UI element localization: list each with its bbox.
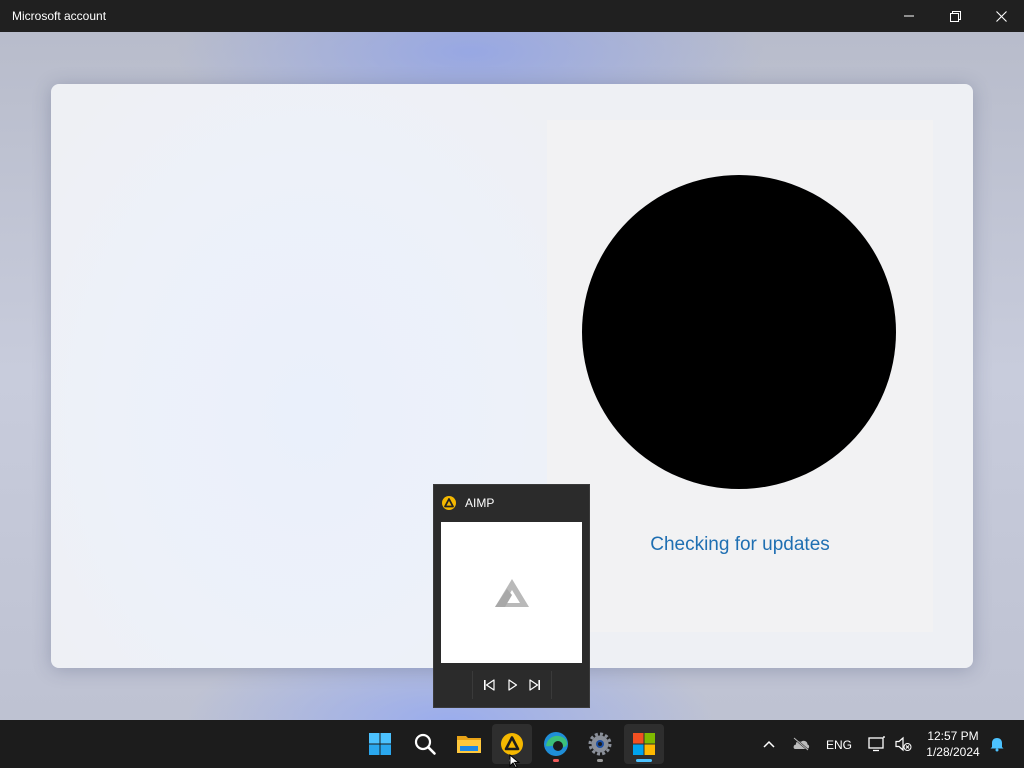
onedrive-button[interactable] [787,724,815,764]
volume-button[interactable] [890,724,916,764]
running-indicator [553,759,559,762]
active-indicator [636,759,652,762]
window-title-bar: Microsoft account [0,0,1024,32]
file-explorer-button[interactable] [449,724,489,764]
onedrive-offline-icon [793,737,810,751]
bell-icon [990,738,1004,752]
mouse-cursor-icon [509,754,521,768]
notifications-button[interactable] [984,724,1010,764]
next-track-button[interactable] [524,673,547,697]
restore-button[interactable] [932,0,978,32]
file-explorer-icon [457,736,481,753]
search-button[interactable] [405,724,445,764]
microsoft-store-icon [633,733,655,755]
clock[interactable]: 12:57 PM 1/28/2024 [918,728,988,760]
settings-icon [588,732,612,756]
previous-track-button[interactable] [477,673,500,697]
clock-date: 1/28/2024 [926,745,980,759]
restore-icon [949,10,961,22]
status-text: Checking for updates [650,534,830,555]
search-icon [414,733,436,755]
aimp-preview-window[interactable] [441,522,582,663]
aimp-icon [442,496,456,510]
language-indicator[interactable]: ENG [826,738,852,752]
network-button[interactable] [864,724,890,764]
aimp-media-controls [472,671,552,699]
start-icon [369,733,391,755]
microsoft-store-button[interactable] [624,724,664,764]
chevron-up-icon [763,740,775,748]
previous-track-icon [483,679,495,691]
running-indicator [597,759,603,762]
aimp-preview-title: AIMP [465,496,495,510]
aimp-preview-header: AIMP [434,485,589,521]
start-button[interactable] [360,724,400,764]
aimp-thumbnail-preview[interactable]: AIMP [433,484,590,708]
play-icon [508,679,518,691]
minimize-button[interactable] [886,0,932,32]
edge-button[interactable] [536,724,576,764]
show-hidden-icons-button[interactable] [756,724,782,764]
profile-avatar [582,175,896,489]
clock-time: 12:57 PM [927,729,979,743]
network-icon [868,736,885,752]
edge-icon [544,732,568,756]
volume-muted-icon [895,736,912,752]
next-track-icon [529,679,541,691]
aimp-logo-icon [494,578,529,607]
minimize-icon [904,15,914,17]
close-button[interactable] [978,0,1024,32]
aimp-icon [501,733,523,755]
close-icon [995,10,1007,22]
settings-button[interactable] [580,724,620,764]
window-title: Microsoft account [12,9,107,23]
play-button[interactable] [500,673,523,697]
